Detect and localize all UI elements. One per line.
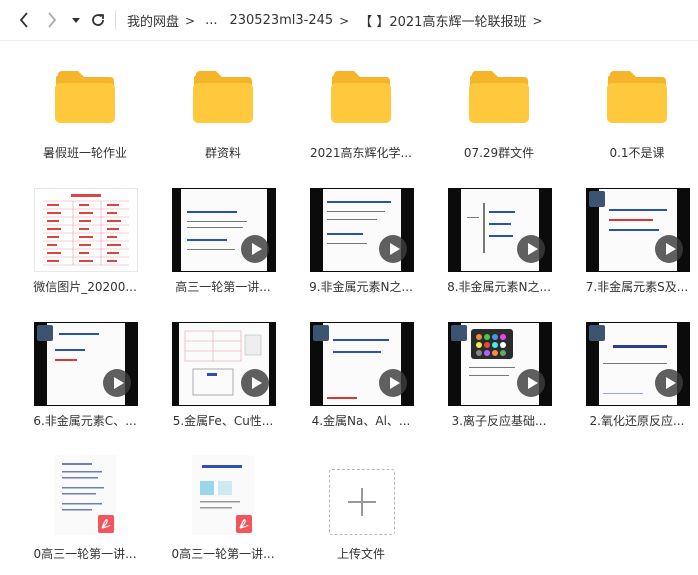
back-arrow-icon[interactable] <box>14 10 34 30</box>
folder-icon <box>607 71 667 123</box>
pdf-thumbnail <box>54 455 116 535</box>
file-name: 7.非金属元素S及... <box>585 280 689 294</box>
pdf-icon <box>98 515 114 533</box>
file-name: 4.金属Na、Al、... <box>311 414 411 428</box>
breadcrumb-separator: > <box>532 13 543 28</box>
video-thumbnail <box>448 188 552 272</box>
breadcrumb-item-folder[interactable]: 230523ml3-245 <box>229 13 333 28</box>
play-icon <box>517 369 545 397</box>
folder-icon <box>193 71 253 123</box>
lecturer-avatar <box>37 325 53 341</box>
video-thumbnail <box>586 322 690 406</box>
file-name: 0高三一轮第一讲... <box>33 547 137 561</box>
toolbar-divider <box>115 10 116 30</box>
upload-file-button[interactable]: 上传文件 <box>296 455 426 565</box>
play-icon <box>241 235 269 263</box>
play-icon <box>517 235 545 263</box>
video-thumbnail <box>310 322 414 406</box>
folder-icon <box>331 71 391 123</box>
folder-item[interactable]: 暑假班一轮作业 <box>20 55 150 165</box>
video-thumbnail <box>172 188 276 272</box>
file-name: 2021高东辉化学... <box>310 146 412 160</box>
file-name: 3.离子反应基础... <box>451 414 547 428</box>
folder-item[interactable]: 07.29群文件 <box>434 55 564 165</box>
pdf-file-item[interactable]: 0高三一轮第一讲... <box>20 455 150 565</box>
pdf-file-item[interactable]: 0高三一轮第一讲... <box>158 455 288 565</box>
folder-item[interactable]: 2021高东辉化学... <box>296 55 426 165</box>
forward-arrow-icon[interactable] <box>42 10 62 30</box>
breadcrumb-item-ellipsis[interactable]: ... <box>205 13 217 28</box>
breadcrumb: 我的网盘 > ... 230523ml3-245 > 【 】2021高东辉一轮联… <box>127 11 553 30</box>
folder-icon <box>469 71 529 123</box>
video-thumbnail <box>448 322 552 406</box>
folder-icon <box>55 71 115 123</box>
video-file-item[interactable]: 8.非金属元素N之... <box>434 186 564 296</box>
folder-item[interactable]: 0.1不是课 <box>572 55 698 165</box>
play-icon <box>379 369 407 397</box>
upload-label: 上传文件 <box>336 547 385 561</box>
video-file-item[interactable]: 4.金属Na、Al、... <box>296 320 426 430</box>
video-file-item[interactable]: 2.氧化还原反应... <box>572 320 698 430</box>
lecturer-avatar <box>589 325 605 341</box>
lecturer-avatar <box>451 325 467 341</box>
folder-item[interactable]: 群资料 <box>158 55 288 165</box>
file-name: 6.非金属元素C、... <box>33 414 137 428</box>
file-name: 群资料 <box>204 146 241 160</box>
refresh-icon[interactable] <box>88 10 108 30</box>
lecturer-avatar <box>313 325 329 341</box>
file-name: 5.金属Fe、Cu性... <box>172 414 274 428</box>
breadcrumb-item-current[interactable]: 【 】2021高东辉一轮联报班 <box>359 11 526 30</box>
pdf-thumbnail <box>192 455 254 535</box>
breadcrumb-separator: > <box>185 13 196 28</box>
play-icon <box>103 369 131 397</box>
file-name: 0高三一轮第一讲... <box>171 547 275 561</box>
video-thumbnail <box>34 322 138 406</box>
file-name: 微信图片_20200... <box>33 280 137 294</box>
breadcrumb-item-root[interactable]: 我的网盘 <box>127 11 179 30</box>
play-icon <box>655 235 683 263</box>
play-icon <box>241 369 269 397</box>
file-name: 暑假班一轮作业 <box>42 146 127 160</box>
video-thumbnail <box>172 322 276 406</box>
file-name: 9.非金属元素N之... <box>309 280 413 294</box>
video-thumbnail <box>586 188 690 272</box>
file-name: 8.非金属元素N之... <box>447 280 551 294</box>
file-name: 2.氧化还原反应... <box>589 414 685 428</box>
plus-icon <box>329 469 395 535</box>
video-thumbnail <box>310 188 414 272</box>
video-file-item[interactable]: 9.非金属元素N之... <box>296 186 426 296</box>
image-file-item[interactable]: 微信图片_20200... <box>20 186 150 296</box>
file-name: 高三一轮第一讲... <box>175 280 271 294</box>
lecturer-avatar <box>589 191 605 207</box>
pdf-icon <box>236 515 252 533</box>
play-icon <box>655 369 683 397</box>
history-dropdown-icon[interactable] <box>66 10 86 30</box>
video-file-item[interactable]: 高三一轮第一讲... <box>158 186 288 296</box>
navigation-bar: 我的网盘 > ... 230523ml3-245 > 【 】2021高东辉一轮联… <box>0 0 698 41</box>
play-icon <box>379 235 407 263</box>
image-thumbnail <box>34 188 138 272</box>
video-file-item[interactable]: 3.离子反应基础... <box>434 320 564 430</box>
breadcrumb-separator: > <box>339 13 350 28</box>
video-file-item[interactable]: 5.金属Fe、Cu性... <box>158 320 288 430</box>
file-name: 07.29群文件 <box>463 146 535 160</box>
file-name: 0.1不是课 <box>609 146 665 160</box>
video-file-item[interactable]: 7.非金属元素S及... <box>572 186 698 296</box>
video-file-item[interactable]: 6.非金属元素C、... <box>20 320 150 430</box>
